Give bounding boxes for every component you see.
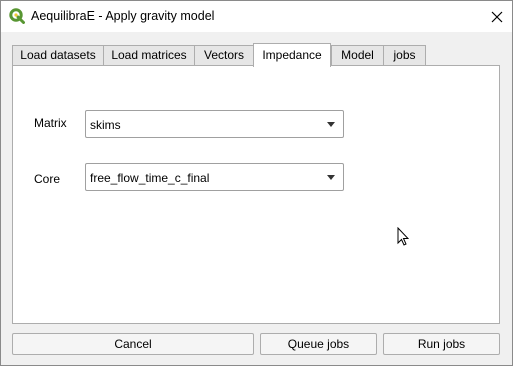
core-select-value: free_flow_time_c_final bbox=[90, 171, 210, 185]
matrix-select[interactable]: skims bbox=[85, 110, 344, 138]
tab-vectors[interactable]: Vectors bbox=[194, 45, 254, 65]
matrix-select-value: skims bbox=[90, 118, 121, 132]
queue-jobs-button[interactable]: Queue jobs bbox=[260, 333, 377, 355]
window-title: AequilibraE - Apply gravity model bbox=[31, 9, 215, 23]
chevron-down-icon bbox=[327, 122, 335, 127]
tab-model[interactable]: Model bbox=[331, 45, 384, 65]
qgis-icon bbox=[9, 8, 25, 24]
core-label: Core bbox=[34, 172, 61, 186]
tab-load-datasets[interactable]: Load datasets bbox=[12, 45, 104, 65]
tab-impedance[interactable]: Impedance bbox=[253, 43, 331, 67]
tab-jobs[interactable]: jobs bbox=[383, 45, 426, 65]
title-bar: AequilibraE - Apply gravity model bbox=[1, 1, 512, 32]
tab-load-matrices[interactable]: Load matrices bbox=[103, 45, 195, 65]
mouse-cursor-icon bbox=[397, 226, 410, 249]
matrix-label: Matrix bbox=[34, 116, 67, 130]
close-button[interactable] bbox=[482, 1, 512, 32]
run-jobs-button[interactable]: Run jobs bbox=[383, 333, 500, 355]
chevron-down-icon bbox=[327, 175, 335, 180]
close-icon bbox=[491, 11, 503, 22]
core-select[interactable]: free_flow_time_c_final bbox=[85, 163, 344, 191]
cancel-button[interactable]: Cancel bbox=[12, 333, 254, 355]
impedance-panel: Matrix skims Core free_flow_time_c_final bbox=[12, 65, 500, 324]
